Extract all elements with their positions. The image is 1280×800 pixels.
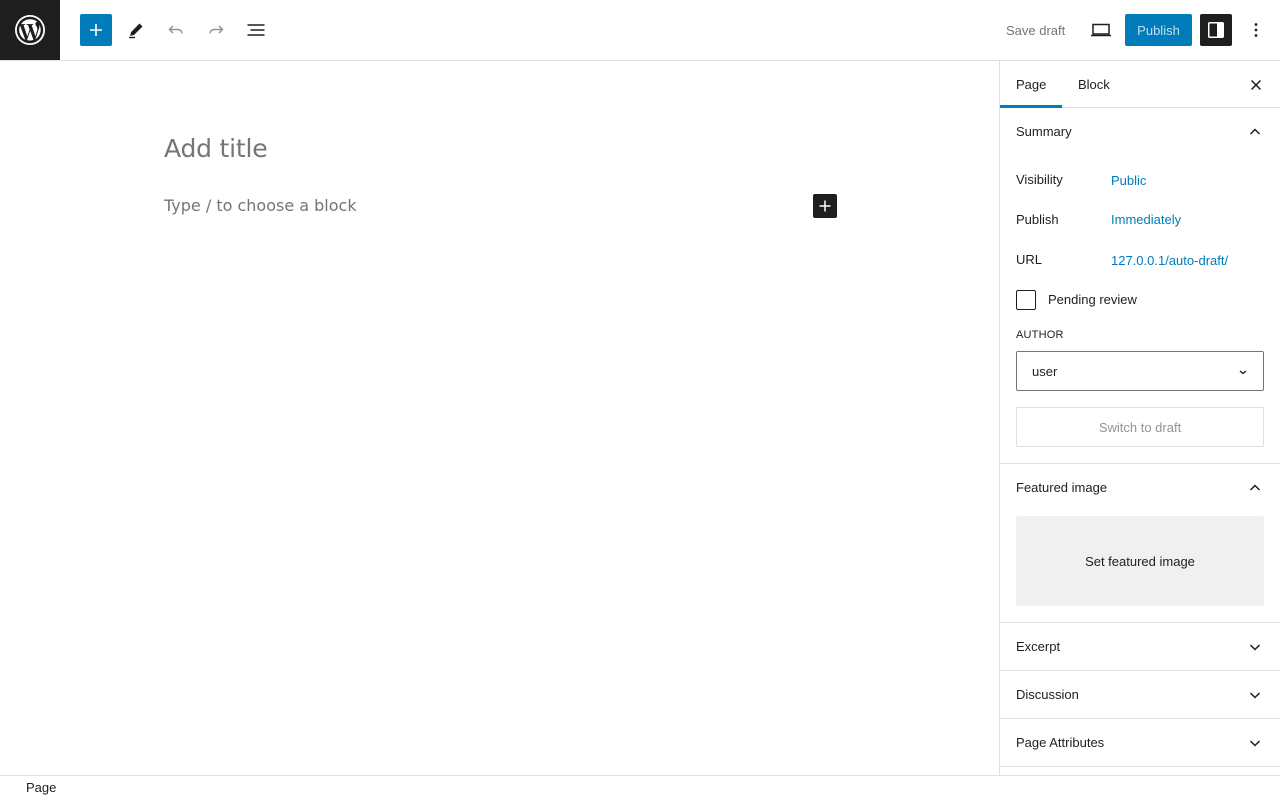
author-label: AUTHOR — [1016, 329, 1064, 341]
set-featured-image-label: Set featured image — [1085, 553, 1195, 569]
excerpt-panel-title: Excerpt — [1016, 639, 1061, 654]
publish-label: Publish — [1016, 212, 1059, 227]
save-draft-button[interactable]: Save draft — [994, 14, 1077, 46]
undo-button[interactable] — [160, 14, 192, 46]
url-label: URL — [1016, 252, 1043, 267]
block-inserter-toggle[interactable] — [80, 14, 112, 46]
page-attributes-panel-title: Page Attributes — [1016, 735, 1105, 750]
publish-date-value[interactable]: Immediately — [1111, 212, 1181, 227]
pending-review-checkbox[interactable] — [1016, 290, 1036, 310]
pending-review-label[interactable]: Pending review — [1048, 292, 1137, 307]
summary-panel-title: Summary — [1016, 124, 1072, 139]
panel-divider — [1000, 766, 1280, 767]
close-icon — [1250, 79, 1262, 91]
chevron-down-icon — [1249, 740, 1261, 747]
breadcrumb[interactable]: Page — [26, 780, 56, 795]
sidebar-tabs: Page Block — [1000, 61, 1280, 108]
editor-header: Save draft Publish — [0, 0, 1280, 61]
chevron-up-icon — [1249, 128, 1261, 135]
redo-icon — [209, 25, 224, 34]
editor-footer: Page — [0, 775, 1280, 800]
redo-button[interactable] — [200, 14, 232, 46]
close-settings-button[interactable] — [1240, 69, 1272, 101]
publish-button[interactable]: Publish — [1125, 14, 1192, 46]
chevron-down-icon — [1249, 692, 1261, 699]
editor-canvas: Add title Type / to choose a block — [0, 61, 999, 775]
tab-page[interactable]: Page — [1000, 61, 1062, 108]
plus-icon — [90, 24, 102, 36]
wordpress-logo-icon — [15, 15, 45, 45]
plus-icon — [819, 200, 831, 212]
add-block-button[interactable] — [813, 194, 837, 218]
document-overview-button[interactable] — [240, 14, 272, 46]
discussion-panel-toggle[interactable]: Discussion — [1000, 671, 1280, 718]
excerpt-panel-toggle[interactable]: Excerpt — [1000, 623, 1280, 670]
visibility-label: Visibility — [1016, 172, 1063, 187]
discussion-panel-title: Discussion — [1016, 687, 1079, 702]
preview-button[interactable] — [1085, 14, 1117, 46]
tools-button[interactable] — [120, 14, 152, 46]
title-input[interactable]: Add title — [164, 134, 268, 163]
chevron-down-icon — [1249, 644, 1261, 651]
settings-sidebar-toggle[interactable] — [1200, 14, 1232, 46]
url-value[interactable]: 127.0.0.1/auto-draft/ — [1111, 253, 1228, 268]
set-featured-image-button[interactable]: Set featured image — [1016, 516, 1264, 606]
desktop-preview-icon — [1091, 23, 1111, 37]
author-select[interactable]: user — [1016, 351, 1264, 391]
chevron-up-icon — [1249, 484, 1261, 491]
more-vertical-icon — [1254, 23, 1258, 37]
sidebar-settings-icon — [1208, 22, 1224, 38]
page-attributes-panel-toggle[interactable]: Page Attributes — [1000, 719, 1280, 766]
undo-icon — [168, 25, 183, 34]
options-menu-button[interactable] — [1240, 14, 1272, 46]
list-view-icon — [247, 24, 265, 36]
wordpress-logo-button[interactable] — [0, 0, 60, 60]
settings-sidebar: Page Block Summary Visibility Public Pub… — [999, 61, 1280, 775]
visibility-value[interactable]: Public — [1111, 173, 1146, 188]
pencil-icon — [129, 23, 143, 39]
featured-image-panel-title: Featured image — [1016, 480, 1108, 495]
switch-to-draft-button[interactable]: Switch to draft — [1016, 407, 1264, 447]
featured-image-panel-toggle[interactable]: Featured image — [1000, 464, 1280, 511]
chevron-down-icon — [1239, 370, 1247, 375]
author-select-value: user — [1032, 363, 1058, 379]
tab-block[interactable]: Block — [1062, 61, 1126, 108]
summary-panel-toggle[interactable]: Summary — [1000, 108, 1280, 155]
default-block-appender[interactable]: Type / to choose a block — [164, 196, 357, 215]
